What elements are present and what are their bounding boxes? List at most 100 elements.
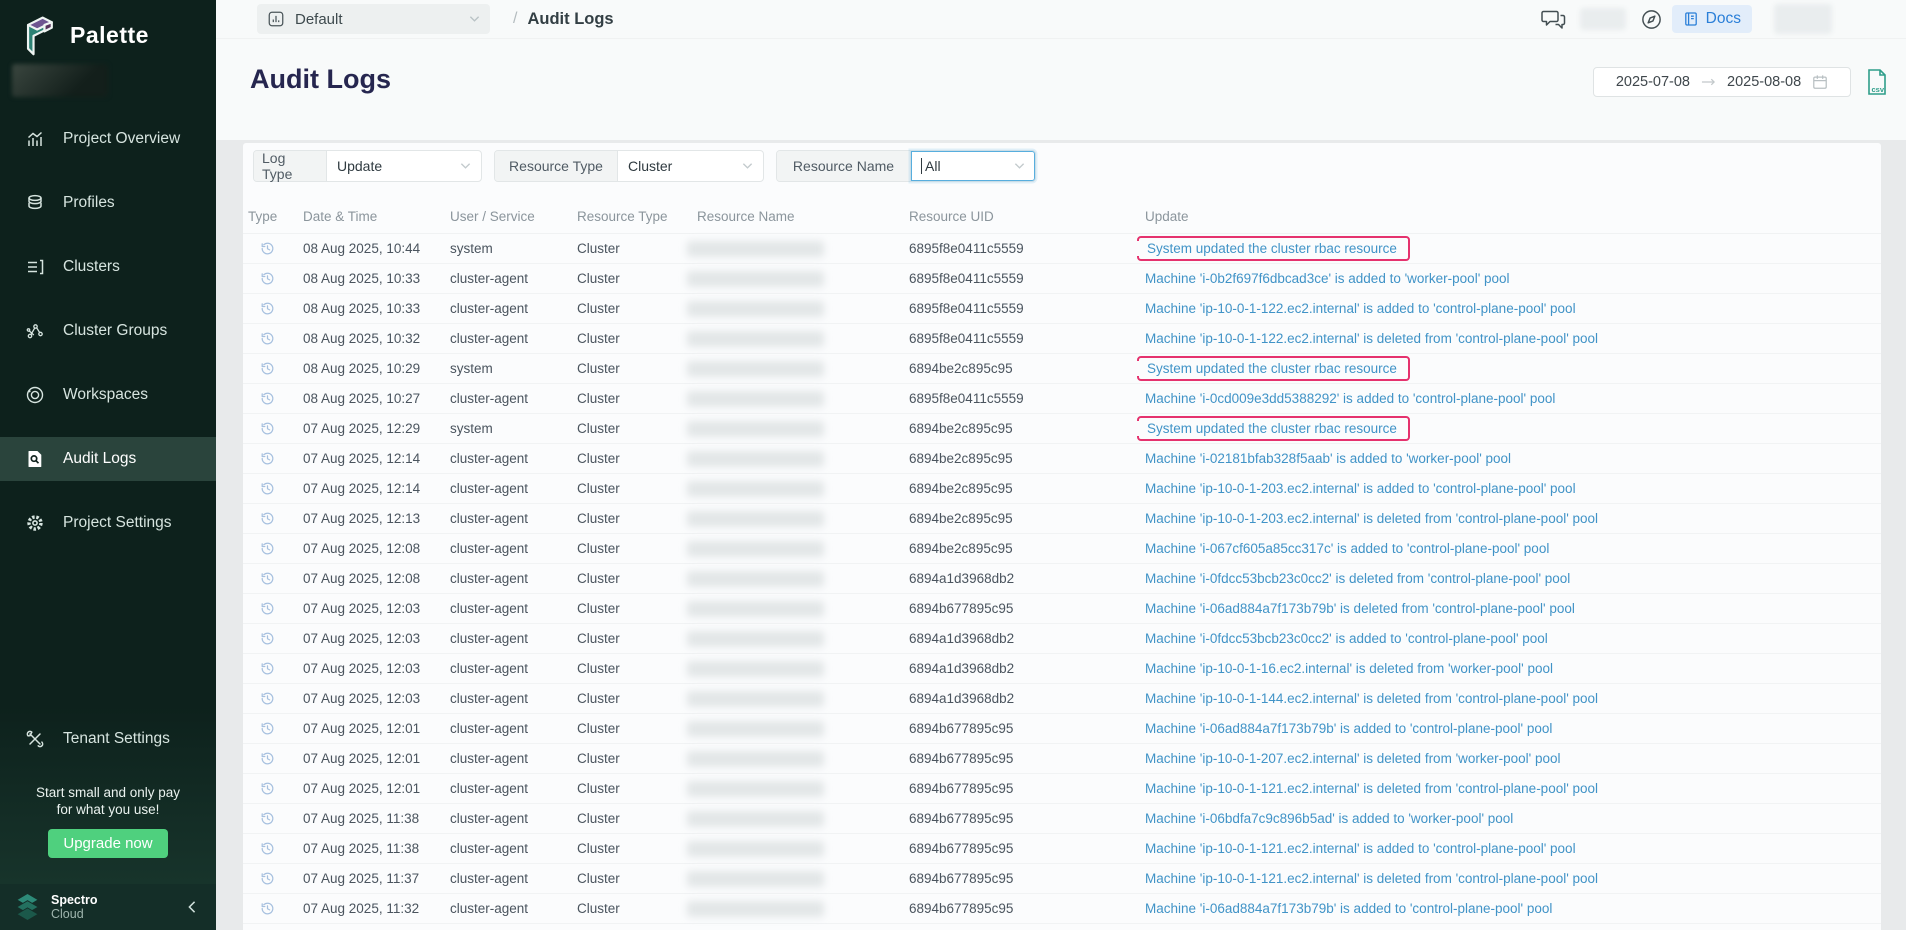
palette-logo[interactable]: Palette — [0, 0, 216, 56]
update-link[interactable]: System updated the cluster rbac resource — [1137, 356, 1410, 381]
update-link[interactable]: Machine 'ip-10-0-1-121.ec2.internal' is … — [1145, 871, 1598, 886]
sidebar-item-tenant-settings[interactable]: Tenant Settings — [0, 717, 216, 761]
table-row[interactable]: 07 Aug 2025, 11:32 cluster-agent Cluster… — [243, 894, 1881, 924]
sidebar-item-profiles[interactable]: Profiles — [0, 171, 216, 235]
update-link[interactable]: Machine 'ip-10-0-1-121.ec2.internal' is … — [1145, 781, 1598, 796]
update-link[interactable]: Machine 'i-0fdcc53bcb23c0cc2' is added t… — [1145, 631, 1548, 646]
resource-uid-cell: 6894a1d3968db2 — [909, 691, 1145, 706]
sidebar-footer: Spectro Cloud — [0, 884, 216, 930]
update-link[interactable]: Machine 'i-067cf605a85cc317c' is added t… — [1145, 541, 1549, 556]
resource-uid-cell: 6895f8e0411c5559 — [909, 331, 1145, 346]
update-link[interactable]: Machine 'ip-10-0-1-207.ec2.internal' is … — [1145, 751, 1561, 766]
sidebar-item-project-settings[interactable]: Project Settings — [0, 491, 216, 555]
update-link[interactable]: Machine 'i-06ad884a7f173b79b' is added t… — [1145, 901, 1552, 916]
table-row[interactable]: 07 Aug 2025, 12:08 cluster-agent Cluster… — [243, 534, 1881, 564]
update-link[interactable]: Machine 'ip-10-0-1-122.ec2.internal' is … — [1145, 301, 1576, 316]
resource-uid-cell: 6894b677895c95 — [909, 841, 1145, 856]
table-row[interactable]: 07 Aug 2025, 12:14 cluster-agent Cluster… — [243, 444, 1881, 474]
update-link[interactable]: Machine 'ip-10-0-1-203.ec2.internal' is … — [1145, 481, 1576, 496]
project-selector[interactable]: Default — [257, 4, 490, 34]
sidebar-item-project-overview[interactable]: Project Overview — [0, 107, 216, 171]
update-link[interactable]: Machine 'i-06bdfa7c9c896b5ad' is added t… — [1145, 811, 1513, 826]
history-icon — [260, 451, 275, 466]
table-row[interactable]: 07 Aug 2025, 11:38 cluster-agent Cluster… — [243, 804, 1881, 834]
type-cell — [248, 331, 303, 346]
date-range-end[interactable]: 2025-08-08 — [1727, 74, 1801, 90]
chat-icon[interactable] — [1540, 7, 1567, 31]
table-row[interactable]: 07 Aug 2025, 12:03 cluster-agent Cluster… — [243, 624, 1881, 654]
update-link[interactable]: System updated the cluster rbac resource — [1137, 236, 1410, 261]
history-icon — [260, 841, 275, 856]
update-link[interactable]: System updated the cluster rbac resource — [1137, 416, 1410, 441]
date-range-picker[interactable]: 2025-07-08 2025-08-08 — [1593, 67, 1851, 97]
table-row[interactable]: 07 Aug 2025, 12:03 cluster-agent Cluster… — [243, 684, 1881, 714]
sidebar-item-cluster-groups[interactable]: Cluster Groups — [0, 299, 216, 363]
table-row[interactable]: 07 Aug 2025, 12:08 cluster-agent Cluster… — [243, 564, 1881, 594]
table-row[interactable]: 08 Aug 2025, 10:27 cluster-agent Cluster… — [243, 384, 1881, 414]
resource-name-cell — [697, 661, 909, 677]
upgrade-now-button[interactable]: Upgrade now — [48, 829, 167, 858]
table-row[interactable]: 08 Aug 2025, 10:29 system Cluster 6894be… — [243, 354, 1881, 384]
docs-button[interactable]: Docs — [1672, 5, 1752, 33]
redacted-resource-name — [687, 451, 824, 467]
update-link[interactable]: Machine 'i-06ad884a7f173b79b' is deleted… — [1145, 601, 1575, 616]
resource-name-cell — [697, 631, 909, 647]
table-row[interactable]: 07 Aug 2025, 12:29 system Cluster 6894be… — [243, 414, 1881, 444]
resource-uid-cell: 6894b677895c95 — [909, 601, 1145, 616]
resource-name-cell — [697, 481, 909, 497]
update-link[interactable]: Machine 'i-0b2f697f6dbcad3ce' is added t… — [1145, 271, 1510, 286]
date-range-start[interactable]: 2025-07-08 — [1616, 74, 1690, 90]
sidebar-item-workspaces[interactable]: Workspaces — [0, 363, 216, 427]
table-row[interactable]: 08 Aug 2025, 10:33 cluster-agent Cluster… — [243, 264, 1881, 294]
table-row[interactable]: 07 Aug 2025, 12:13 cluster-agent Cluster… — [243, 504, 1881, 534]
redacted-resource-name — [687, 571, 824, 587]
sidebar-item-audit-logs[interactable]: Audit Logs — [0, 427, 216, 491]
update-cell: Machine 'i-06ad884a7f173b79b' is deleted… — [1145, 601, 1881, 616]
table-row[interactable]: 07 Aug 2025, 12:01 cluster-agent Cluster… — [243, 714, 1881, 744]
table-row[interactable]: 08 Aug 2025, 10:33 cluster-agent Cluster… — [243, 294, 1881, 324]
user-service-cell: cluster-agent — [450, 691, 577, 706]
update-link[interactable]: Machine 'i-06ad884a7f173b79b' is added t… — [1145, 721, 1552, 736]
table-row[interactable]: 07 Aug 2025, 12:03 cluster-agent Cluster… — [243, 654, 1881, 684]
resource-type-cell: Cluster — [577, 601, 697, 616]
datetime-cell: 07 Aug 2025, 12:01 — [303, 751, 450, 766]
update-link[interactable]: Machine 'i-02181bfab328f5aab' is added t… — [1145, 451, 1511, 466]
table-row[interactable]: 08 Aug 2025, 10:32 cluster-agent Cluster… — [243, 324, 1881, 354]
download-csv-icon[interactable]: csv — [1865, 68, 1889, 96]
user-service-cell: cluster-agent — [450, 721, 577, 736]
filter-select[interactable]: Cluster — [618, 151, 763, 181]
update-link[interactable]: Machine 'ip-10-0-1-203.ec2.internal' is … — [1145, 511, 1598, 526]
table-row[interactable]: 07 Aug 2025, 11:38 cluster-agent Cluster… — [243, 834, 1881, 864]
update-link[interactable]: Machine 'ip-10-0-1-144.ec2.internal' is … — [1145, 691, 1598, 706]
update-cell: Machine 'i-0cd009e3dd5388292' is added t… — [1145, 391, 1881, 406]
table-row[interactable]: 07 Aug 2025, 12:01 cluster-agent Cluster… — [243, 774, 1881, 804]
update-cell: Machine 'ip-10-0-1-121.ec2.internal' is … — [1145, 781, 1881, 796]
collapse-sidebar-icon[interactable] — [186, 901, 198, 913]
type-cell — [248, 781, 303, 796]
sidebar-item-clusters[interactable]: Clusters — [0, 235, 216, 299]
table-row[interactable]: 07 Aug 2025, 12:03 cluster-agent Cluster… — [243, 594, 1881, 624]
resource-uid-cell: 6894be2c895c95 — [909, 451, 1145, 466]
table-row[interactable]: 08 Aug 2025, 10:44 system Cluster 6895f8… — [243, 234, 1881, 264]
promo-line-2: for what you use! — [0, 801, 216, 818]
filter-select[interactable]: All — [911, 151, 1035, 181]
update-link[interactable]: Machine 'i-0fdcc53bcb23c0cc2' is deleted… — [1145, 571, 1570, 586]
history-icon — [260, 901, 275, 916]
update-cell: System updated the cluster rbac resource — [1145, 236, 1881, 261]
update-link[interactable]: Machine 'i-0cd009e3dd5388292' is added t… — [1145, 391, 1555, 406]
history-icon — [260, 331, 275, 346]
table-row[interactable]: 07 Aug 2025, 12:14 cluster-agent Cluster… — [243, 474, 1881, 504]
table-row[interactable]: 07 Aug 2025, 12:01 cluster-agent Cluster… — [243, 744, 1881, 774]
user-service-cell: cluster-agent — [450, 481, 577, 496]
resource-uid-cell: 6895f8e0411c5559 — [909, 391, 1145, 406]
resource-type-cell: Cluster — [577, 751, 697, 766]
update-link[interactable]: Machine 'ip-10-0-1-121.ec2.internal' is … — [1145, 841, 1576, 856]
filter-select[interactable]: Update — [327, 151, 481, 181]
datetime-cell: 07 Aug 2025, 12:14 — [303, 451, 450, 466]
type-cell — [248, 421, 303, 436]
compass-icon[interactable] — [1640, 8, 1663, 31]
type-cell — [248, 271, 303, 286]
table-row[interactable]: 07 Aug 2025, 11:37 cluster-agent Cluster… — [243, 864, 1881, 894]
update-link[interactable]: Machine 'ip-10-0-1-16.ec2.internal' is d… — [1145, 661, 1553, 676]
update-link[interactable]: Machine 'ip-10-0-1-122.ec2.internal' is … — [1145, 331, 1598, 346]
